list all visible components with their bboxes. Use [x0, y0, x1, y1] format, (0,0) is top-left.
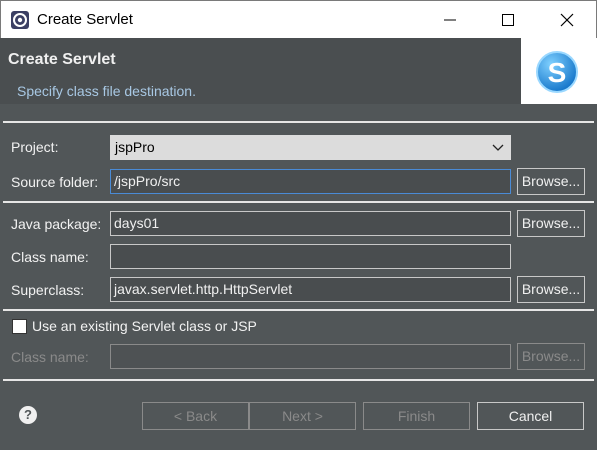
- separator: [3, 309, 594, 311]
- java-package-browse-button[interactable]: Browse...: [517, 210, 585, 237]
- wizard-header: Create Servlet Specify class file destin…: [0, 38, 597, 104]
- wizard-title: Create Servlet: [8, 51, 116, 68]
- separator: [3, 121, 594, 123]
- servlet-logo: S: [521, 38, 597, 104]
- window-titlebar: Create Servlet: [0, 0, 597, 38]
- cancel-button[interactable]: Cancel: [477, 402, 584, 430]
- use-existing-label[interactable]: Use an existing Servlet class or JSP: [32, 318, 257, 334]
- class-name-field[interactable]: [110, 244, 511, 269]
- use-existing-checkbox[interactable]: [12, 319, 27, 334]
- eclipse-app-icon: [10, 10, 30, 30]
- class-name-label: Class name:: [11, 249, 89, 265]
- chevron-down-icon: [492, 144, 504, 151]
- back-button[interactable]: < Back: [142, 402, 249, 430]
- superclass-field[interactable]: javax.servlet.http.HttpServlet: [110, 277, 511, 302]
- separator: [3, 201, 594, 203]
- finish-button[interactable]: Finish: [363, 402, 470, 430]
- wizard-description: Specify class file destination.: [17, 83, 196, 99]
- existing-class-name-field[interactable]: [110, 344, 511, 369]
- java-package-label: Java package:: [11, 216, 102, 232]
- source-folder-field[interactable]: /jspPro/src: [110, 169, 511, 194]
- servlet-logo-icon: S: [536, 51, 578, 93]
- help-icon[interactable]: ?: [19, 406, 37, 424]
- existing-class-browse-button[interactable]: Browse...: [517, 343, 585, 370]
- source-folder-label: Source folder:: [11, 174, 99, 190]
- project-combo[interactable]: jspPro: [110, 135, 511, 160]
- svg-text:S: S: [548, 57, 567, 88]
- minimize-button[interactable]: [421, 1, 479, 39]
- project-label: Project:: [11, 139, 59, 155]
- maximize-icon: [502, 14, 514, 26]
- maximize-button[interactable]: [479, 1, 537, 39]
- source-folder-browse-button[interactable]: Browse...: [517, 168, 585, 195]
- superclass-browse-button[interactable]: Browse...: [517, 276, 585, 303]
- separator: [3, 379, 594, 381]
- superclass-label: Superclass:: [11, 282, 85, 298]
- close-button[interactable]: [538, 1, 596, 39]
- close-icon: [560, 13, 574, 27]
- next-button[interactable]: Next >: [249, 402, 356, 430]
- java-package-field[interactable]: days01: [110, 211, 511, 236]
- project-value: jspPro: [115, 139, 155, 155]
- window-title: Create Servlet: [37, 11, 133, 28]
- existing-class-name-label: Class name:: [11, 349, 89, 365]
- minimize-icon: [444, 19, 456, 21]
